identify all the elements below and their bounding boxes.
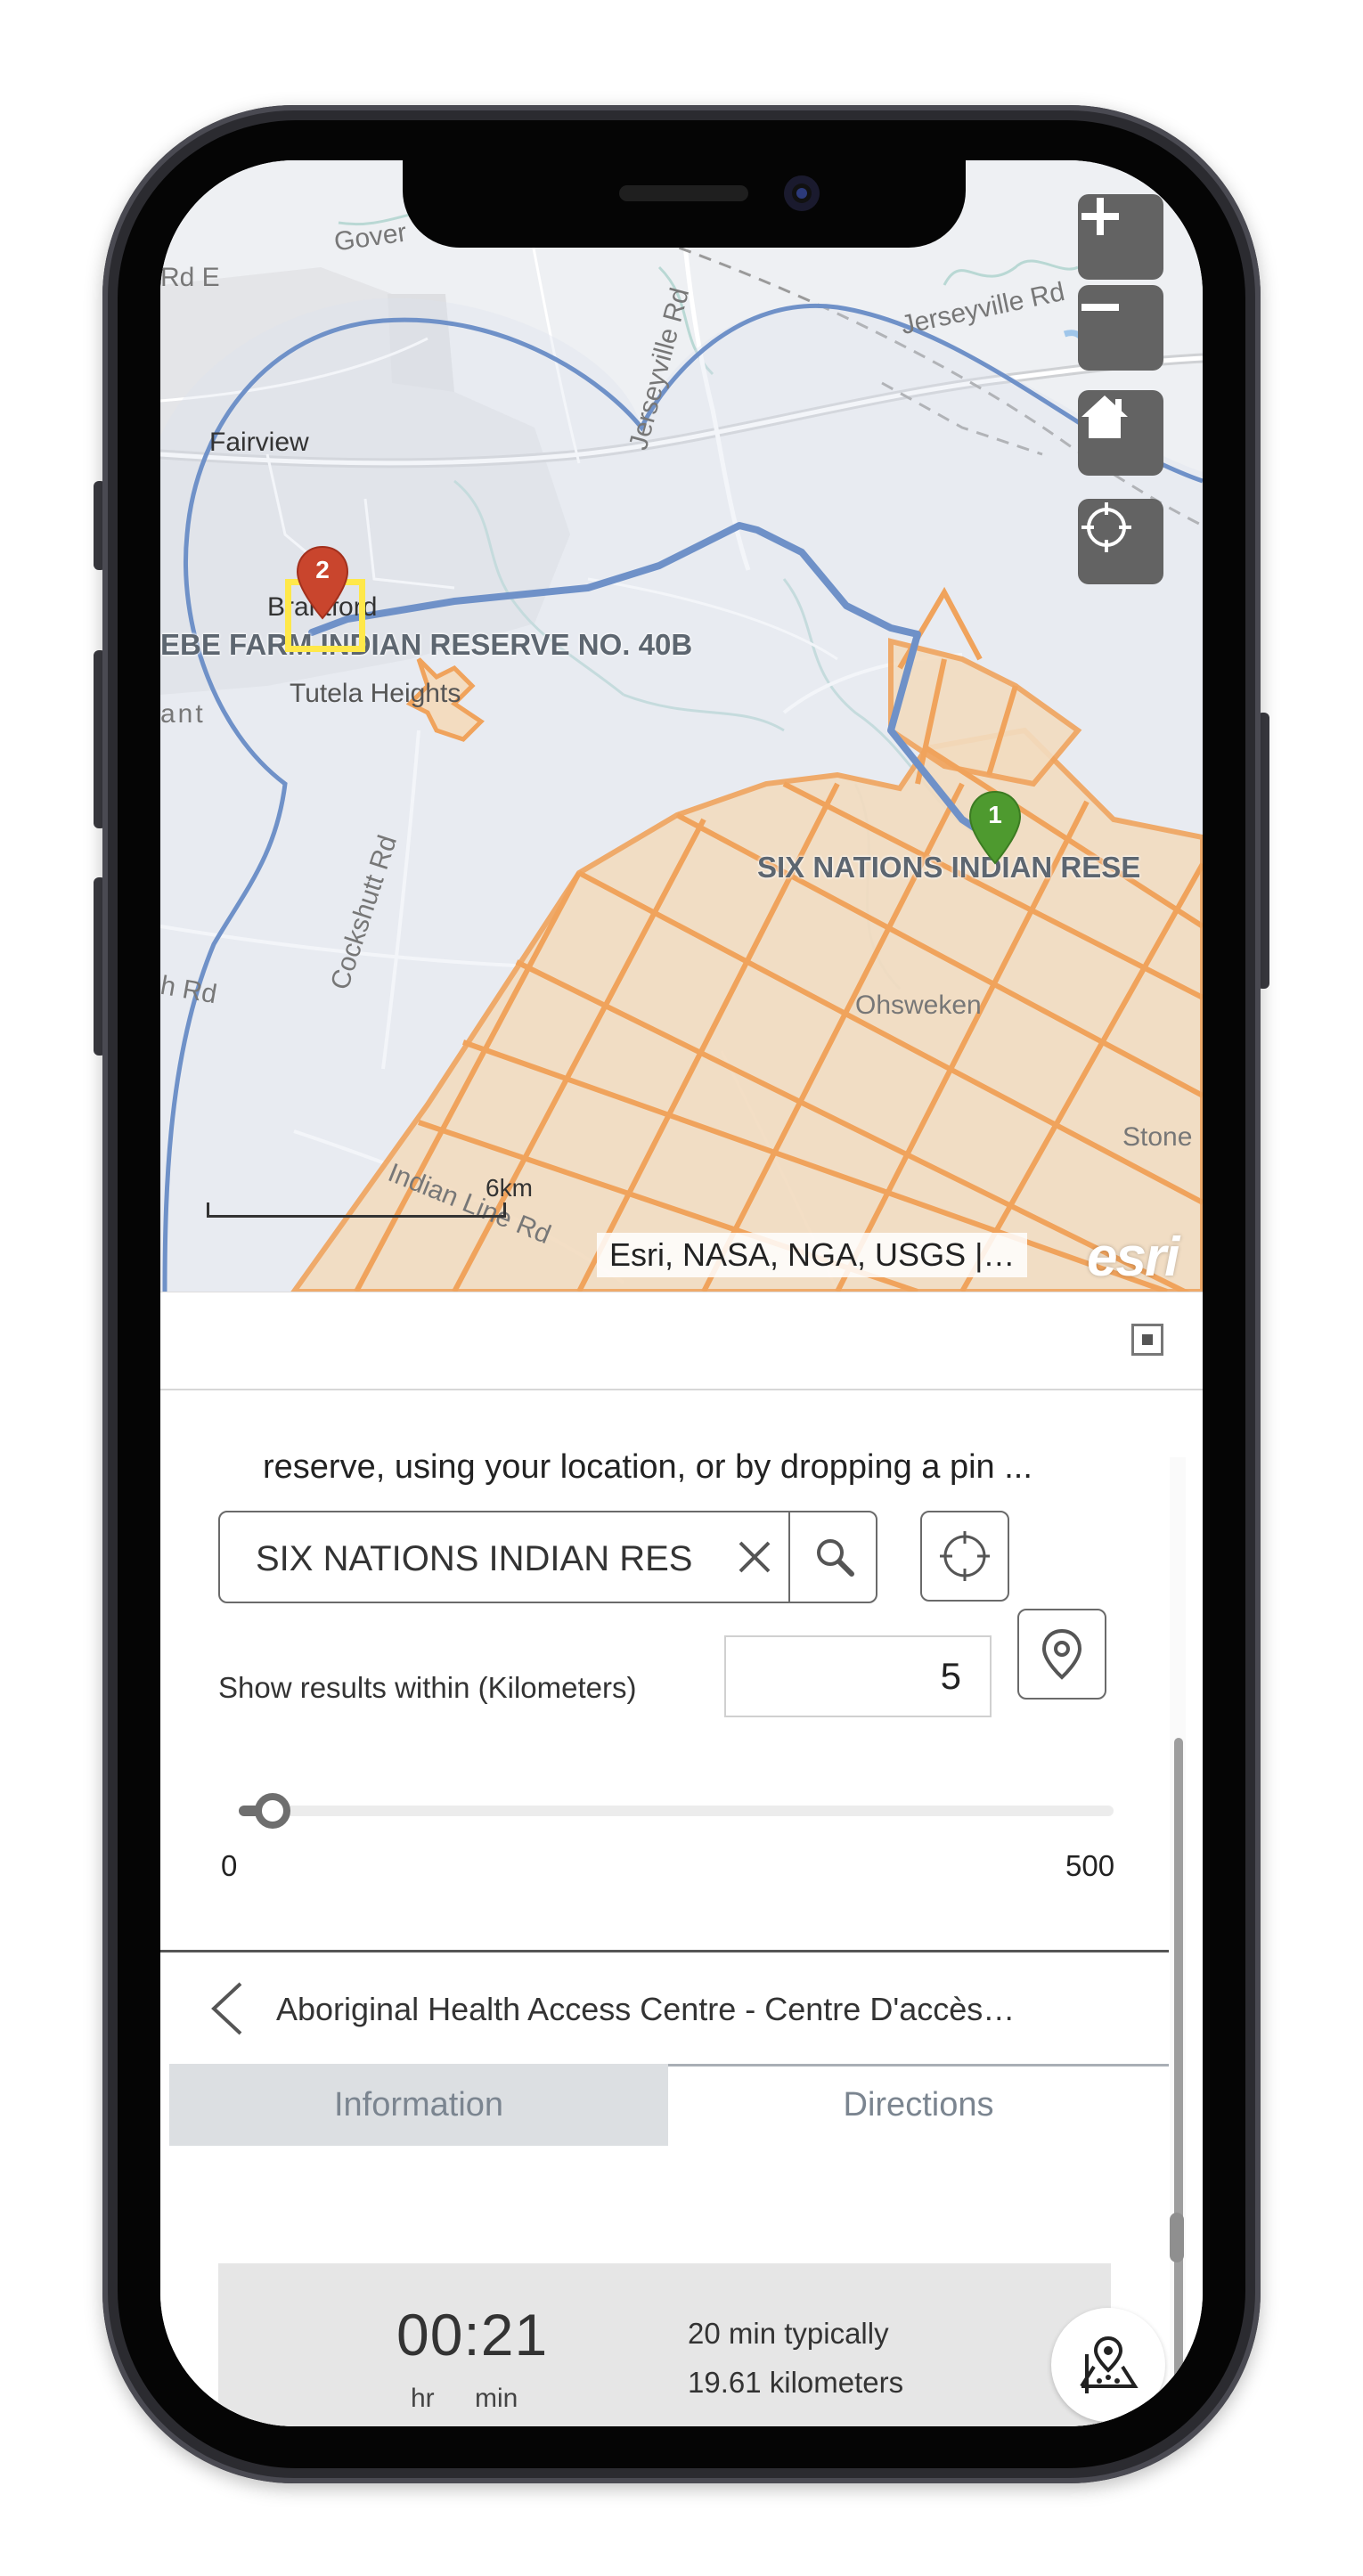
phone-screen: Gover Rd E Jerseyville Rd Jerseyville Rd… xyxy=(160,160,1203,2426)
marker-origin-number: 1 xyxy=(988,801,1002,828)
label-six-nations: SIX NATIONS INDIAN RESE xyxy=(757,851,1141,884)
label-rd-e: Rd E xyxy=(160,263,220,292)
route-duration: 00:21 xyxy=(396,2302,549,2368)
zoom-in-button[interactable] xyxy=(1078,194,1163,280)
map-pin-icon xyxy=(1041,1628,1082,1680)
label-ant: ant xyxy=(160,699,206,729)
result-title: Aboriginal Health Access Centre - Centre… xyxy=(276,1991,1016,2027)
minus-icon xyxy=(1081,304,1119,311)
back-button[interactable] xyxy=(207,1980,246,2042)
marker-destination[interactable]: 2 xyxy=(294,543,351,625)
slider-max-label: 500 xyxy=(1065,1849,1115,1882)
route-options-button[interactable] xyxy=(1051,2308,1165,2422)
label-tutela-heights: Tutela Heights xyxy=(290,679,461,708)
map-attribution[interactable]: Esri, NASA, NGA, USGS |… xyxy=(597,1233,1028,1277)
scale-bar xyxy=(207,1202,506,1218)
label-stone: Stone xyxy=(1122,1122,1193,1152)
clear-search-button[interactable] xyxy=(728,1530,781,1584)
close-icon xyxy=(739,1541,771,1573)
route-pin-icon xyxy=(1080,2336,1139,2393)
esri-logo: esri xyxy=(1087,1227,1179,1288)
duration-unit-minutes: min xyxy=(475,2384,518,2413)
radius-label: Show results within (Kilometers) xyxy=(218,1671,637,1704)
crosshair-icon xyxy=(1081,502,1131,552)
tab-information[interactable]: Information xyxy=(169,2064,668,2146)
route-distance: 19.61 kilometers xyxy=(688,2366,904,2399)
minimize-panel-icon[interactable] xyxy=(1131,1324,1163,1356)
chevron-left-icon xyxy=(211,1982,242,2035)
phone-speaker xyxy=(619,185,748,201)
search-icon xyxy=(817,1539,854,1577)
radius-slider-thumb[interactable] xyxy=(255,1793,290,1829)
result-header: Aboriginal Health Access Centre - Centre… xyxy=(160,1953,1169,2060)
details-scrollbar-thumb[interactable] xyxy=(1170,2213,1184,2262)
home-button[interactable] xyxy=(1078,390,1163,476)
slider-min-label: 0 xyxy=(221,1849,238,1882)
duration-unit-hours: hr xyxy=(411,2384,435,2413)
label-reserve-40b: EBE FARM INDIAN RESERVE NO. 40B xyxy=(160,628,693,661)
scale-label: 6km xyxy=(486,1174,533,1202)
locate-button[interactable] xyxy=(1078,499,1163,584)
search-instructions: reserve, using your location, or by drop… xyxy=(263,1448,1032,1486)
directions-summary: 00:21 hr min 20 min typically 19.61 kilo… xyxy=(218,2263,1165,2426)
search-input-value[interactable]: SIX NATIONS INDIAN RESERVE xyxy=(256,1539,692,1579)
marker-origin[interactable]: 1 xyxy=(967,788,1024,870)
search-button[interactable] xyxy=(788,1512,879,1602)
plus-icon xyxy=(1081,198,1119,235)
panel-scrollbar-thumb[interactable] xyxy=(1174,1738,1183,2424)
search-input[interactable]: SIX NATIONS INDIAN RESERVE xyxy=(218,1511,877,1603)
label-ohsweken: Ohsweken xyxy=(855,990,982,1020)
use-my-location-button[interactable] xyxy=(920,1511,1009,1602)
map-view[interactable]: Gover Rd E Jerseyville Rd Jerseyville Rd… xyxy=(160,160,1203,1292)
radius-slider-track[interactable] xyxy=(249,1806,1114,1816)
panel-header xyxy=(160,1292,1203,1390)
marker-destination-number: 2 xyxy=(315,556,330,583)
typical-duration: 20 min typically xyxy=(688,2317,889,2350)
tab-directions[interactable]: Directions xyxy=(668,2064,1169,2146)
radius-input[interactable]: 5 xyxy=(724,1635,992,1717)
section-divider xyxy=(160,1950,1169,1952)
search-panel: reserve, using your location, or by drop… xyxy=(160,1292,1203,2426)
phone-notch xyxy=(403,159,966,248)
camera-icon xyxy=(784,175,820,211)
home-icon xyxy=(1081,395,1128,438)
label-fairview: Fairview xyxy=(209,428,309,457)
zoom-out-button[interactable] xyxy=(1078,285,1163,371)
crosshair-icon xyxy=(940,1531,990,1581)
drop-pin-button[interactable] xyxy=(1017,1609,1106,1700)
